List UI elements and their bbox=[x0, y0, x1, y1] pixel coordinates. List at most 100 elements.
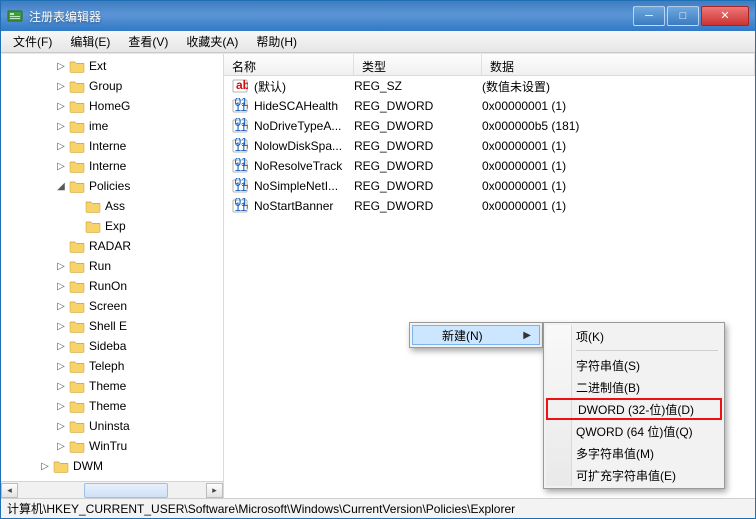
expand-toggle-icon[interactable]: ▷ bbox=[55, 81, 67, 92]
value-type: REG_SZ bbox=[354, 79, 482, 93]
menu-favorites[interactable]: 收藏夹(A) bbox=[178, 31, 246, 52]
ctx-new-dword[interactable]: DWORD (32-位)值(D) bbox=[546, 398, 722, 420]
expand-toggle-icon[interactable]: ▷ bbox=[55, 61, 67, 72]
tree-node[interactable]: ▷HomeG bbox=[1, 96, 223, 116]
close-button[interactable]: ✕ bbox=[701, 6, 749, 26]
value-row[interactable]: 011110NoStartBannerREG_DWORD0x00000001 (… bbox=[224, 196, 755, 216]
ctx-new-key[interactable]: 项(K) bbox=[546, 325, 722, 347]
expand-toggle-icon[interactable]: ▷ bbox=[55, 341, 67, 352]
tree-node-label: ime bbox=[89, 119, 108, 133]
folder-icon bbox=[69, 419, 85, 433]
tree-node[interactable]: ▷Theme bbox=[1, 376, 223, 396]
expand-toggle-icon[interactable]: ▷ bbox=[55, 121, 67, 132]
maximize-button[interactable]: □ bbox=[667, 6, 699, 26]
menu-separator bbox=[576, 350, 718, 351]
value-name: NolowDiskSpa... bbox=[250, 139, 354, 153]
ctx-new-qword[interactable]: QWORD (64 位)值(Q) bbox=[546, 420, 722, 442]
tree-node[interactable]: ▷Ext bbox=[1, 56, 223, 76]
ctx-new-label: 新建(N) bbox=[442, 327, 483, 344]
registry-tree[interactable]: ▷Ext▷Group▷HomeG▷ime▷Interne▷Interne◢Pol… bbox=[1, 54, 223, 498]
tree-node[interactable]: RADAR bbox=[1, 236, 223, 256]
expand-toggle-icon[interactable]: ◢ bbox=[55, 181, 67, 192]
ctx-new[interactable]: 新建(N) ▶ bbox=[412, 325, 540, 345]
svg-text:110: 110 bbox=[235, 180, 249, 194]
value-row[interactable]: 011110NoResolveTrackREG_DWORD0x00000001 … bbox=[224, 156, 755, 176]
ctx-new-expandstring[interactable]: 可扩充字符串值(E) bbox=[546, 464, 722, 486]
tree-node[interactable]: ▷WinTru bbox=[1, 436, 223, 456]
folder-icon bbox=[69, 319, 85, 333]
expand-toggle-icon[interactable]: ▷ bbox=[39, 461, 51, 472]
value-row[interactable]: 011110NoDriveTypeA...REG_DWORD0x000000b5… bbox=[224, 116, 755, 136]
submenu-arrow-icon: ▶ bbox=[523, 330, 531, 341]
expand-toggle-icon[interactable]: ▷ bbox=[55, 161, 67, 172]
tree-node-label: Teleph bbox=[89, 359, 124, 373]
tree-node-label: Interne bbox=[89, 159, 126, 173]
tree-node[interactable]: ▷Theme bbox=[1, 396, 223, 416]
tree-node-label: Ass bbox=[105, 199, 125, 213]
tree-node[interactable]: Ass bbox=[1, 196, 223, 216]
expand-toggle-icon[interactable]: ▷ bbox=[55, 401, 67, 412]
expand-toggle-icon[interactable]: ▷ bbox=[55, 321, 67, 332]
value-data: 0x00000001 (1) bbox=[482, 139, 755, 153]
minimize-button[interactable]: ─ bbox=[633, 6, 665, 26]
tree-node[interactable]: ▷Uninsta bbox=[1, 416, 223, 436]
titlebar[interactable]: 注册表编辑器 ─ □ ✕ bbox=[1, 1, 755, 31]
tree-node[interactable]: ▷ Group bbox=[1, 76, 223, 96]
context-submenu-new: 项(K) 字符串值(S) 二进制值(B) DWORD (32-位)值(D) QW… bbox=[543, 322, 725, 489]
tree-hscrollbar[interactable]: ◂ ▸ bbox=[1, 481, 223, 498]
tree-node-label: Shell E bbox=[89, 319, 127, 333]
tree-pane: ▷Ext▷Group▷HomeG▷ime▷Interne▷Interne◢Pol… bbox=[1, 54, 224, 498]
col-data[interactable]: 数据 bbox=[482, 54, 755, 75]
tree-node-label: Sideba bbox=[89, 339, 126, 353]
tree-node-label: DWM bbox=[73, 459, 103, 473]
expand-toggle-icon[interactable]: ▷ bbox=[55, 261, 67, 272]
tree-node[interactable]: Exp bbox=[1, 216, 223, 236]
folder-icon bbox=[69, 119, 85, 133]
scroll-thumb[interactable] bbox=[84, 483, 168, 498]
expand-toggle-icon[interactable]: ▷ bbox=[55, 301, 67, 312]
tree-node-label: Exp bbox=[105, 219, 126, 233]
tree-node[interactable]: ▷ Teleph bbox=[1, 356, 223, 376]
col-name[interactable]: 名称 bbox=[224, 54, 354, 75]
value-data: 0x00000001 (1) bbox=[482, 99, 755, 113]
value-data: 0x00000001 (1) bbox=[482, 159, 755, 173]
tree-node-label: Group bbox=[89, 79, 122, 93]
expand-toggle-icon[interactable]: ▷ bbox=[55, 381, 67, 392]
scroll-right-button[interactable]: ▸ bbox=[206, 483, 223, 498]
tree-node[interactable]: ▷ Shell E bbox=[1, 316, 223, 336]
menu-edit[interactable]: 编辑(E) bbox=[62, 31, 118, 52]
tree-node[interactable]: ▷ Interne bbox=[1, 156, 223, 176]
value-type-icon: ab bbox=[230, 78, 250, 94]
tree-node[interactable]: ◢Policies bbox=[1, 176, 223, 196]
tree-node[interactable]: ▷ ime bbox=[1, 116, 223, 136]
tree-node[interactable]: ▷ Sideba bbox=[1, 336, 223, 356]
expand-toggle-icon[interactable]: ▷ bbox=[55, 281, 67, 292]
menu-file[interactable]: 文件(F) bbox=[5, 31, 60, 52]
scroll-track[interactable] bbox=[19, 483, 205, 498]
value-row[interactable]: ab(默认)REG_SZ(数值未设置) bbox=[224, 76, 755, 96]
expand-toggle-icon[interactable]: ▷ bbox=[55, 441, 67, 452]
expand-toggle-icon[interactable]: ▷ bbox=[55, 101, 67, 112]
tree-node[interactable]: ▷ Interne bbox=[1, 136, 223, 156]
expand-toggle-icon[interactable]: ▷ bbox=[55, 141, 67, 152]
tree-node[interactable]: ▷Screen bbox=[1, 296, 223, 316]
ctx-new-string[interactable]: 字符串值(S) bbox=[546, 354, 722, 376]
expand-toggle-icon[interactable]: ▷ bbox=[55, 421, 67, 432]
menu-help[interactable]: 帮助(H) bbox=[248, 31, 305, 52]
value-row[interactable]: 011110NolowDiskSpa...REG_DWORD0x00000001… bbox=[224, 136, 755, 156]
scroll-left-button[interactable]: ◂ bbox=[1, 483, 18, 498]
tree-node[interactable]: ▷RunOn bbox=[1, 276, 223, 296]
value-type-icon: 011110 bbox=[230, 158, 250, 174]
col-type[interactable]: 类型 bbox=[354, 54, 482, 75]
folder-icon bbox=[69, 239, 85, 253]
value-row[interactable]: 011110HideSCAHealthREG_DWORD0x00000001 (… bbox=[224, 96, 755, 116]
menu-view[interactable]: 查看(V) bbox=[120, 31, 176, 52]
tree-node[interactable]: ▷ DWM bbox=[1, 456, 223, 476]
expand-toggle-icon[interactable]: ▷ bbox=[55, 361, 67, 372]
tree-node-label: Interne bbox=[89, 139, 126, 153]
tree-node-label: Run bbox=[89, 259, 111, 273]
ctx-new-binary[interactable]: 二进制值(B) bbox=[546, 376, 722, 398]
ctx-new-multistring[interactable]: 多字符串值(M) bbox=[546, 442, 722, 464]
tree-node[interactable]: ▷ Run bbox=[1, 256, 223, 276]
value-row[interactable]: 011110NoSimpleNetI...REG_DWORD0x00000001… bbox=[224, 176, 755, 196]
